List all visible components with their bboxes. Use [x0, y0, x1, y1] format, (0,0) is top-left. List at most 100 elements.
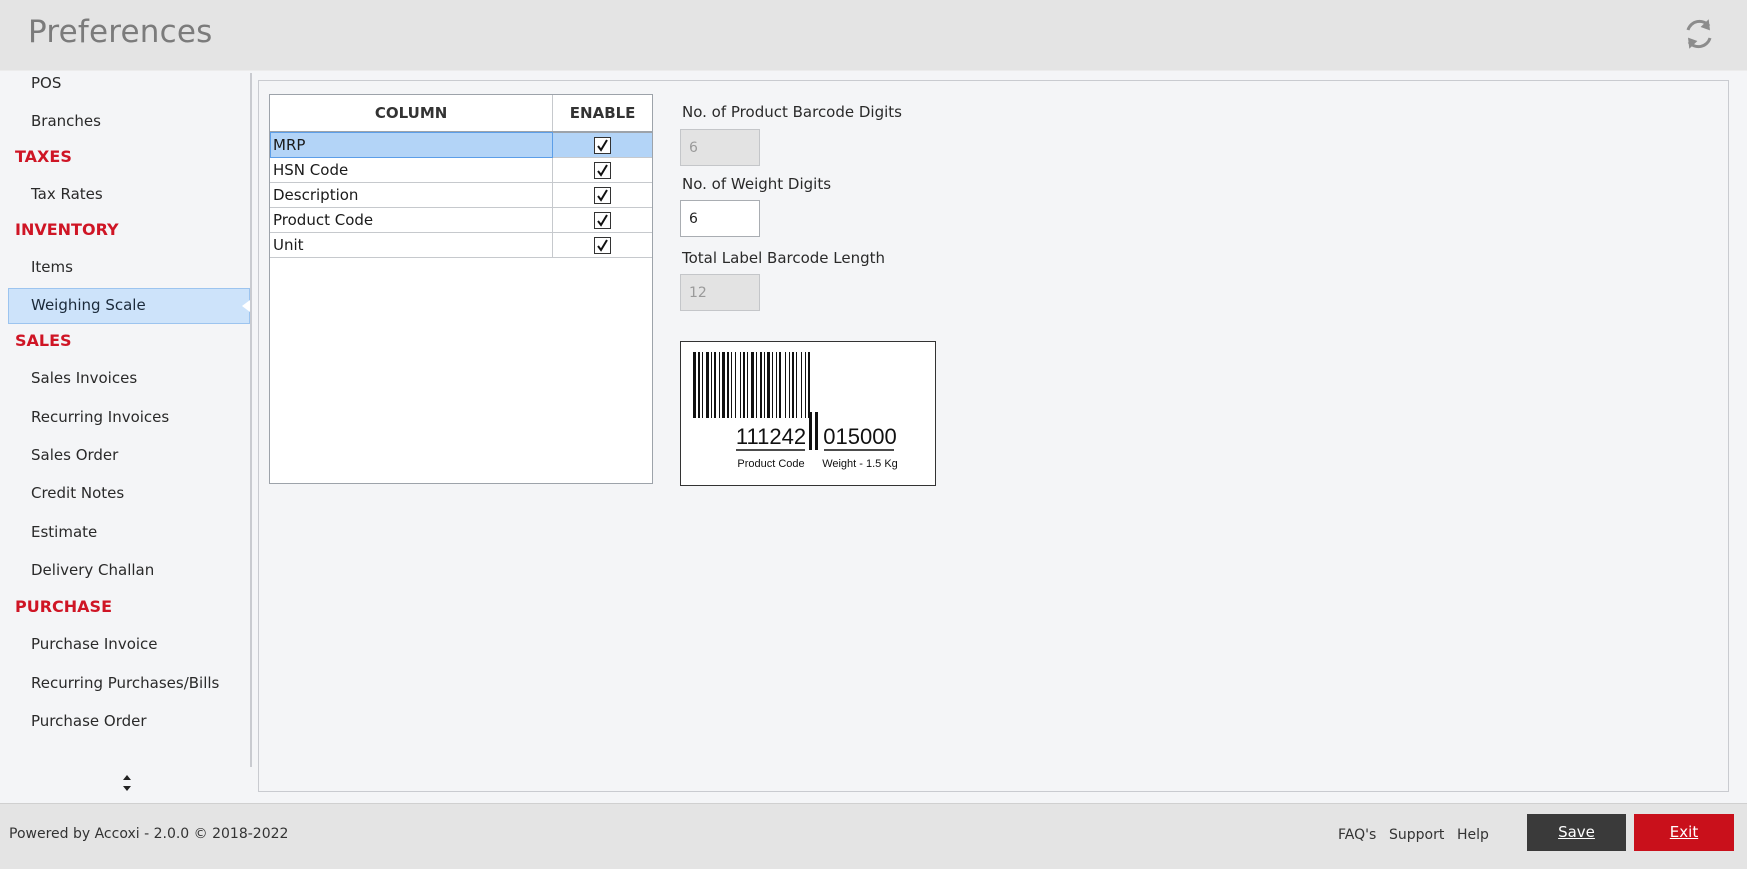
barcode-bar: [796, 352, 797, 418]
enable-checkbox[interactable]: [594, 212, 612, 229]
table-row[interactable]: HSN Code: [270, 157, 652, 183]
weight-caption: Weight - 1.5 Kg: [822, 458, 898, 470]
powered-by-text: Powered by Accoxi - 2.0.0 © 2018-2022: [9, 826, 289, 842]
sidebar-section-sales: SALES: [15, 331, 72, 350]
faq-link[interactable]: FAQ's: [1338, 827, 1376, 843]
enable-checkbox[interactable]: [594, 137, 612, 154]
sidebar-item-sales-invoices[interactable]: Sales Invoices: [31, 368, 137, 388]
barcode-preview: 111242 015000 Product Code Weight - 1.5 …: [680, 341, 936, 486]
barcode-bar: [702, 352, 703, 418]
product-code-caption: Product Code: [737, 458, 804, 470]
enable-checkbox[interactable]: [594, 237, 612, 254]
barcode-bar: [740, 352, 741, 418]
sidebar-item-purchase-invoice[interactable]: Purchase Invoice: [31, 634, 158, 654]
barcode-bar: [747, 352, 748, 418]
barcode-bar: [801, 352, 802, 418]
enable-cell[interactable]: [552, 157, 652, 183]
barcode-bar: [743, 352, 745, 418]
barcode-guard-bar: [809, 412, 812, 450]
footer: Powered by Accoxi - 2.0.0 © 2018-2022 FA…: [0, 803, 1747, 869]
barcode-guard-bar: [815, 412, 818, 450]
save-button[interactable]: Save: [1527, 814, 1626, 851]
sidebar-item-items[interactable]: Items: [31, 257, 73, 277]
total-length-label: Total Label Barcode Length: [682, 249, 886, 267]
column-name[interactable]: MRP: [270, 132, 554, 158]
product-code-digits: 111242: [736, 424, 806, 449]
column-name[interactable]: Unit: [270, 232, 554, 258]
table-row[interactable]: Description: [270, 182, 652, 208]
exit-button[interactable]: Exit: [1634, 814, 1734, 851]
column-name[interactable]: Description: [270, 182, 554, 208]
barcode-bar: [731, 352, 732, 418]
table-row[interactable]: Unit: [270, 232, 652, 258]
barcode-bar: [719, 352, 720, 418]
barcode-bar: [805, 352, 806, 418]
active-indicator: [242, 300, 250, 312]
barcode-bar: [711, 352, 712, 418]
barcode-bar: [735, 352, 736, 418]
sidebar-item-recurring-invoices[interactable]: Recurring Invoices: [31, 407, 169, 427]
sidebar: POS Branches TAXES Tax Rates INVENTORY I…: [0, 73, 252, 791]
sidebar-item-weighing-scale[interactable]: Weighing Scale: [8, 288, 250, 324]
sidebar-section-taxes: TAXES: [15, 147, 72, 166]
weight-digits-input[interactable]: [680, 200, 760, 237]
barcode-image: 111242 015000 Product Code Weight - 1.5 …: [693, 352, 898, 470]
column-name[interactable]: HSN Code: [270, 157, 554, 183]
enable-checkbox[interactable]: [594, 187, 612, 204]
weight-digits-label: No. of Weight Digits: [682, 175, 832, 193]
enable-cell[interactable]: [552, 182, 652, 208]
title-bar: Preferences: [0, 0, 1747, 71]
barcode-bar: [767, 352, 770, 418]
barcode-bar: [751, 352, 754, 418]
barcode-bar: [714, 352, 716, 418]
barcode-bar: [789, 352, 790, 418]
barcode-bar: [764, 352, 765, 418]
table-row[interactable]: MRP: [270, 132, 652, 158]
barcode-digits-input: [680, 129, 760, 166]
barcode-bar: [693, 352, 696, 418]
barcode-digits-label: No. of Product Barcode Digits: [682, 103, 902, 121]
main-panel: COLUMN ENABLE MRP HSN Code Description P…: [258, 80, 1729, 792]
window-title: Preferences: [28, 14, 213, 50]
barcode-bars: [693, 352, 810, 418]
barcode-bar: [776, 352, 777, 418]
sidebar-item-label: Weighing Scale: [31, 296, 146, 314]
sidebar-item-delivery-challan[interactable]: Delivery Challan: [31, 560, 154, 580]
scroll-arrows-icon[interactable]: [120, 771, 134, 795]
sidebar-item-credit-notes[interactable]: Credit Notes: [31, 483, 124, 503]
weight-code-digits: 015000: [823, 424, 896, 449]
refresh-icon[interactable]: [1679, 14, 1719, 54]
barcode-bar: [756, 352, 757, 418]
sidebar-item-tax-rates[interactable]: Tax Rates: [31, 184, 103, 204]
sidebar-item-purchase-order[interactable]: Purchase Order: [31, 711, 147, 731]
sidebar-item-estimate[interactable]: Estimate: [31, 522, 97, 542]
sidebar-item-pos[interactable]: POS: [31, 73, 61, 93]
barcode-bar: [706, 352, 709, 418]
enable-checkbox[interactable]: [594, 162, 612, 179]
column-table: COLUMN ENABLE MRP HSN Code Description P…: [270, 95, 652, 258]
barcode-bar: [727, 352, 729, 418]
enable-cell[interactable]: [552, 132, 652, 158]
sidebar-section-purchase: PURCHASE: [15, 597, 113, 616]
enable-cell[interactable]: [552, 207, 652, 233]
total-length-input: [680, 274, 760, 311]
barcode-bar: [779, 352, 781, 418]
barcode-bar: [698, 352, 700, 418]
help-link[interactable]: Help: [1457, 827, 1489, 843]
barcode-bar: [722, 352, 725, 418]
sidebar-item-recurring-purchases[interactable]: Recurring Purchases/Bills: [31, 673, 219, 693]
column-grid: COLUMN ENABLE MRP HSN Code Description P…: [269, 94, 653, 484]
table-row[interactable]: Product Code: [270, 207, 652, 233]
column-header[interactable]: COLUMN: [270, 95, 554, 133]
sidebar-item-sales-order[interactable]: Sales Order: [31, 445, 118, 465]
barcode-bar: [772, 352, 773, 418]
enable-header[interactable]: ENABLE: [552, 95, 652, 133]
barcode-bar: [792, 352, 794, 418]
column-name[interactable]: Product Code: [270, 207, 554, 233]
barcode-bar: [808, 352, 810, 418]
barcode-bar: [785, 352, 786, 418]
enable-cell[interactable]: [552, 232, 652, 258]
sidebar-item-branches[interactable]: Branches: [31, 111, 101, 131]
support-link[interactable]: Support: [1389, 827, 1444, 843]
barcode-bar: [760, 352, 762, 418]
